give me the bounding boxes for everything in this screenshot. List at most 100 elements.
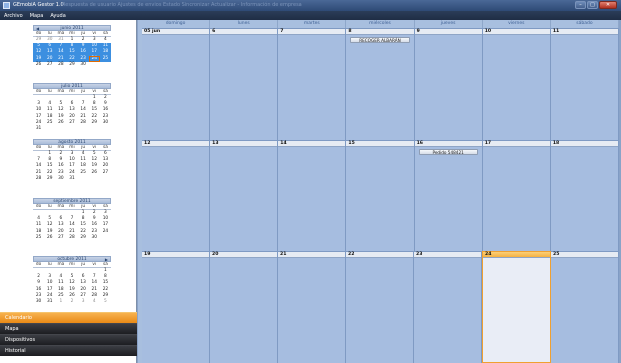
day-cell[interactable]: 8 RECOGER ALBARÁN <box>346 28 415 140</box>
day-cell[interactable]: 25 <box>551 251 619 363</box>
window-subtitle: Respuesta de usuario Ajustes de envios E… <box>62 2 302 8</box>
day-cell[interactable]: 15 <box>346 139 415 252</box>
mini-calendar-day[interactable]: 29 <box>44 176 55 182</box>
day-cell[interactable]: 10 <box>482 28 551 140</box>
mini-calendar-month-title: agosto 2011 <box>33 139 111 145</box>
mini-calendar-day <box>44 126 55 132</box>
mini-calendar-day[interactable]: 29 <box>78 235 89 241</box>
day-cell[interactable]: 6 <box>210 28 279 140</box>
day-number: 20 <box>210 252 277 259</box>
mini-calendar-day[interactable]: 28 <box>55 62 66 68</box>
mini-calendar-day[interactable]: 25 <box>33 235 44 241</box>
prev-month-icon[interactable]: ◀ <box>36 26 39 31</box>
calendar-event[interactable]: Pedido 548421 <box>418 148 478 155</box>
day-number: 21 <box>278 252 345 259</box>
mini-calendar-week: 31 <box>33 126 111 132</box>
mini-calendar-day[interactable]: 27 <box>55 235 66 241</box>
next-month-icon[interactable]: ▶ <box>105 257 108 262</box>
month-label: agosto 2011 <box>58 140 86 145</box>
day-header-2: martes <box>278 20 347 28</box>
day-number: 24 <box>483 252 550 259</box>
mini-calendar-day[interactable]: 1 <box>55 299 66 305</box>
nav-calendario-button[interactable]: Calendario <box>0 312 137 323</box>
day-cell[interactable]: 05 jun <box>142 28 211 140</box>
mini-calendar-day <box>89 176 100 182</box>
mini-calendar-day <box>78 126 89 132</box>
day-cell[interactable]: 9 <box>414 28 483 140</box>
sidebar: junio 2011 ◀ do lu ma mi ju vi sá 29 30 31 1 2 3 4 5 6 7 8 9… <box>0 20 137 363</box>
day-cell[interactable]: 12 <box>142 139 211 252</box>
mini-calendar-day <box>100 235 111 241</box>
mini-calendar-day[interactable]: 30 <box>89 235 100 241</box>
mini-calendar-month-title: julio 2011 <box>33 83 111 89</box>
mini-calendar-day[interactable]: 26 <box>44 235 55 241</box>
mini-calendar: julio 2011 do lu ma mi ju vi sá 1 2 3 4 5 6 7 8 9 10 11 12 1… <box>33 83 111 132</box>
menu-archivo[interactable]: Archivo <box>4 13 23 19</box>
mini-calendar-day[interactable]: 2 <box>66 299 77 305</box>
mini-calendar-day[interactable]: 31 <box>33 126 44 132</box>
day-number: 22 <box>346 252 413 259</box>
day-number: 13 <box>210 140 278 147</box>
day-cell[interactable]: 21 <box>278 251 346 363</box>
mini-calendar-day[interactable]: 29 <box>66 62 77 68</box>
mini-calendar-day[interactable]: 5 <box>100 299 111 305</box>
day-number: 05 jun <box>142 29 210 35</box>
mini-calendar-day[interactable]: 30 <box>55 176 66 182</box>
day-cell[interactable]: 20 <box>210 251 278 363</box>
day-number: 6 <box>210 29 278 35</box>
day-header-5: viernes <box>483 20 551 28</box>
mini-calendar: junio 2011 ◀ do lu ma mi ju vi sá 29 30 31 1 2 3 4 5 6 7 8 9… <box>33 25 111 68</box>
nav-mapa-button[interactable]: Mapa <box>0 323 137 334</box>
mini-calendar-day[interactable]: 27 <box>44 62 55 68</box>
mini-calendar-day[interactable]: 30 <box>33 299 44 305</box>
day-number: 15 <box>346 140 414 147</box>
mini-calendar-day[interactable]: 28 <box>33 176 44 182</box>
minimize-button[interactable]: – <box>575 1 586 9</box>
day-number: 9 <box>414 29 482 35</box>
menu-mapa[interactable]: Mapa <box>30 13 44 19</box>
day-number: 11 <box>550 29 618 35</box>
nav-dispositivos-button[interactable]: Dispositivos <box>0 334 137 345</box>
day-number: 12 <box>142 140 210 147</box>
day-cell[interactable]: 13 <box>210 139 279 252</box>
close-button[interactable]: ✕ <box>599 1 617 9</box>
mini-calendar: octubre 2011 ▶ do lu ma mi ju vi sá 1 2 3 4 5 6 7 8 9 10 11… <box>33 256 111 305</box>
day-cell[interactable]: 23 <box>414 251 482 363</box>
day-cell[interactable]: 19 <box>142 251 210 363</box>
mini-calendar-day[interactable]: 31 <box>66 176 77 182</box>
day-cell[interactable]: 24 <box>482 251 551 363</box>
mini-calendar-day[interactable]: 26 <box>33 62 44 68</box>
day-cell[interactable]: 17 <box>482 139 551 252</box>
menu-ayuda[interactable]: Ayuda <box>50 13 65 19</box>
month-label: julio 2011 <box>61 84 83 89</box>
day-cell[interactable]: 18 <box>550 139 619 252</box>
day-cell[interactable]: 7 <box>278 28 347 140</box>
day-number: 8 <box>346 29 414 35</box>
month-calendar: domingo lunes martes miércoles jueves viernes… <box>138 20 619 363</box>
mini-calendar-day <box>55 126 66 132</box>
mini-calendar-day[interactable]: 28 <box>66 235 77 241</box>
window-title: GEmobiA Gestor 1.0 <box>13 2 64 8</box>
day-cell[interactable]: 22 <box>346 251 414 363</box>
mini-calendar-day <box>66 126 77 132</box>
day-number: 14 <box>278 140 346 147</box>
mini-calendar-day[interactable]: 31 <box>44 299 55 305</box>
day-header-0: domingo <box>142 20 211 28</box>
calendar-event[interactable]: RECOGER ALBARÁN <box>350 37 410 43</box>
mini-calendar-week: 25 26 27 28 29 30 <box>33 235 111 241</box>
mini-calendar-day[interactable]: 30 <box>78 62 89 68</box>
week-row: 12 - 18 jun1213141516Pedido 5484211718 <box>138 139 619 252</box>
day-number: 23 <box>414 252 481 259</box>
day-header-6: sábado <box>551 20 619 28</box>
mini-calendar: septiembre 2011 do lu ma mi ju vi sá 1 2 3 4 5 6 7 8 9 10… <box>33 198 111 241</box>
mini-calendar-day <box>100 126 111 132</box>
mini-calendar-day[interactable]: 3 <box>78 299 89 305</box>
week-row: 19 - 25 jun19202122232425 <box>138 251 619 363</box>
day-cell[interactable]: 11 <box>550 28 619 140</box>
day-number: 17 <box>482 140 550 147</box>
nav-historial-button[interactable]: Historial <box>0 345 137 356</box>
maximize-button[interactable]: □ <box>587 1 598 9</box>
mini-calendar-day[interactable]: 4 <box>89 299 100 305</box>
day-cell[interactable]: 16 Pedido 548421 <box>414 139 483 252</box>
day-cell[interactable]: 14 <box>278 139 347 252</box>
